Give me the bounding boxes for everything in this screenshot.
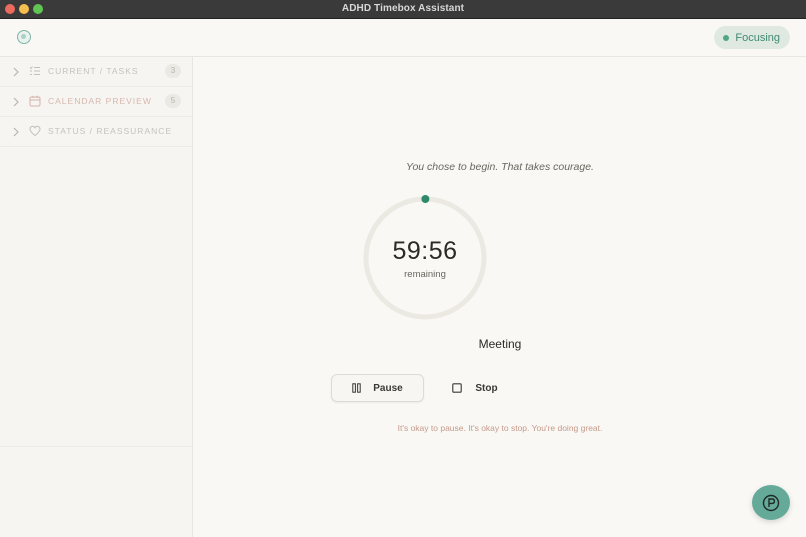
stop-button[interactable]: Stop (444, 374, 506, 402)
status-badge: Focusing (714, 26, 790, 49)
timer-ring: 59:56 remaining (360, 193, 490, 323)
calendar-icon (29, 95, 41, 107)
pause-button[interactable]: Pause (331, 374, 424, 402)
sidebar: CURRENT / TASKS 3 CALENDAR PREVIEW 5 STA… (0, 57, 193, 537)
sidebar-item-label: STATUS / REASSURANCE (48, 126, 173, 136)
sidebar-item-calendar-preview[interactable]: CALENDAR PREVIEW 5 (0, 87, 192, 117)
affirmation-text: You chose to begin. That takes courage. (406, 161, 594, 173)
pause-icon (352, 383, 361, 393)
reassurance-text: It's okay to pause. It's okay to stop. Y… (397, 423, 603, 433)
chevron-right-icon (13, 127, 19, 137)
window-titlebar: ADHD Timebox Assistant (0, 0, 806, 19)
count-badge: 5 (165, 94, 181, 108)
countdown-time: 59:56 (392, 237, 458, 265)
stop-label: Stop (475, 382, 498, 394)
status-label: Focusing (735, 31, 780, 44)
progress-indicator-dot (421, 195, 430, 203)
sidebar-item-status-reassurance[interactable]: STATUS / REASSURANCE (0, 117, 192, 147)
sidebar-panel (0, 147, 192, 447)
p-icon (762, 494, 780, 511)
heart-icon (29, 125, 41, 137)
count-badge: 3 (165, 64, 181, 78)
app-header: Focusing (0, 19, 806, 57)
main-panel: You chose to begin. That takes courage. … (194, 57, 806, 537)
chevron-right-icon (13, 97, 19, 107)
chevron-right-icon (13, 67, 19, 77)
sidebar-item-current-tasks[interactable]: CURRENT / TASKS 3 (0, 57, 192, 87)
sidebar-item-label: CURRENT / TASKS (48, 66, 139, 76)
remaining-label: remaining (404, 269, 446, 280)
stop-icon (452, 383, 463, 393)
status-dot-icon (723, 34, 730, 41)
current-task-name: Meeting (478, 337, 522, 351)
window-title: ADHD Timebox Assistant (341, 3, 465, 14)
assistant-fab-button[interactable] (752, 485, 790, 520)
list-icon (29, 66, 40, 75)
pause-label: Pause (373, 382, 403, 394)
app-logo-icon (17, 30, 31, 44)
sidebar-item-label: CALENDAR PREVIEW (48, 96, 152, 106)
